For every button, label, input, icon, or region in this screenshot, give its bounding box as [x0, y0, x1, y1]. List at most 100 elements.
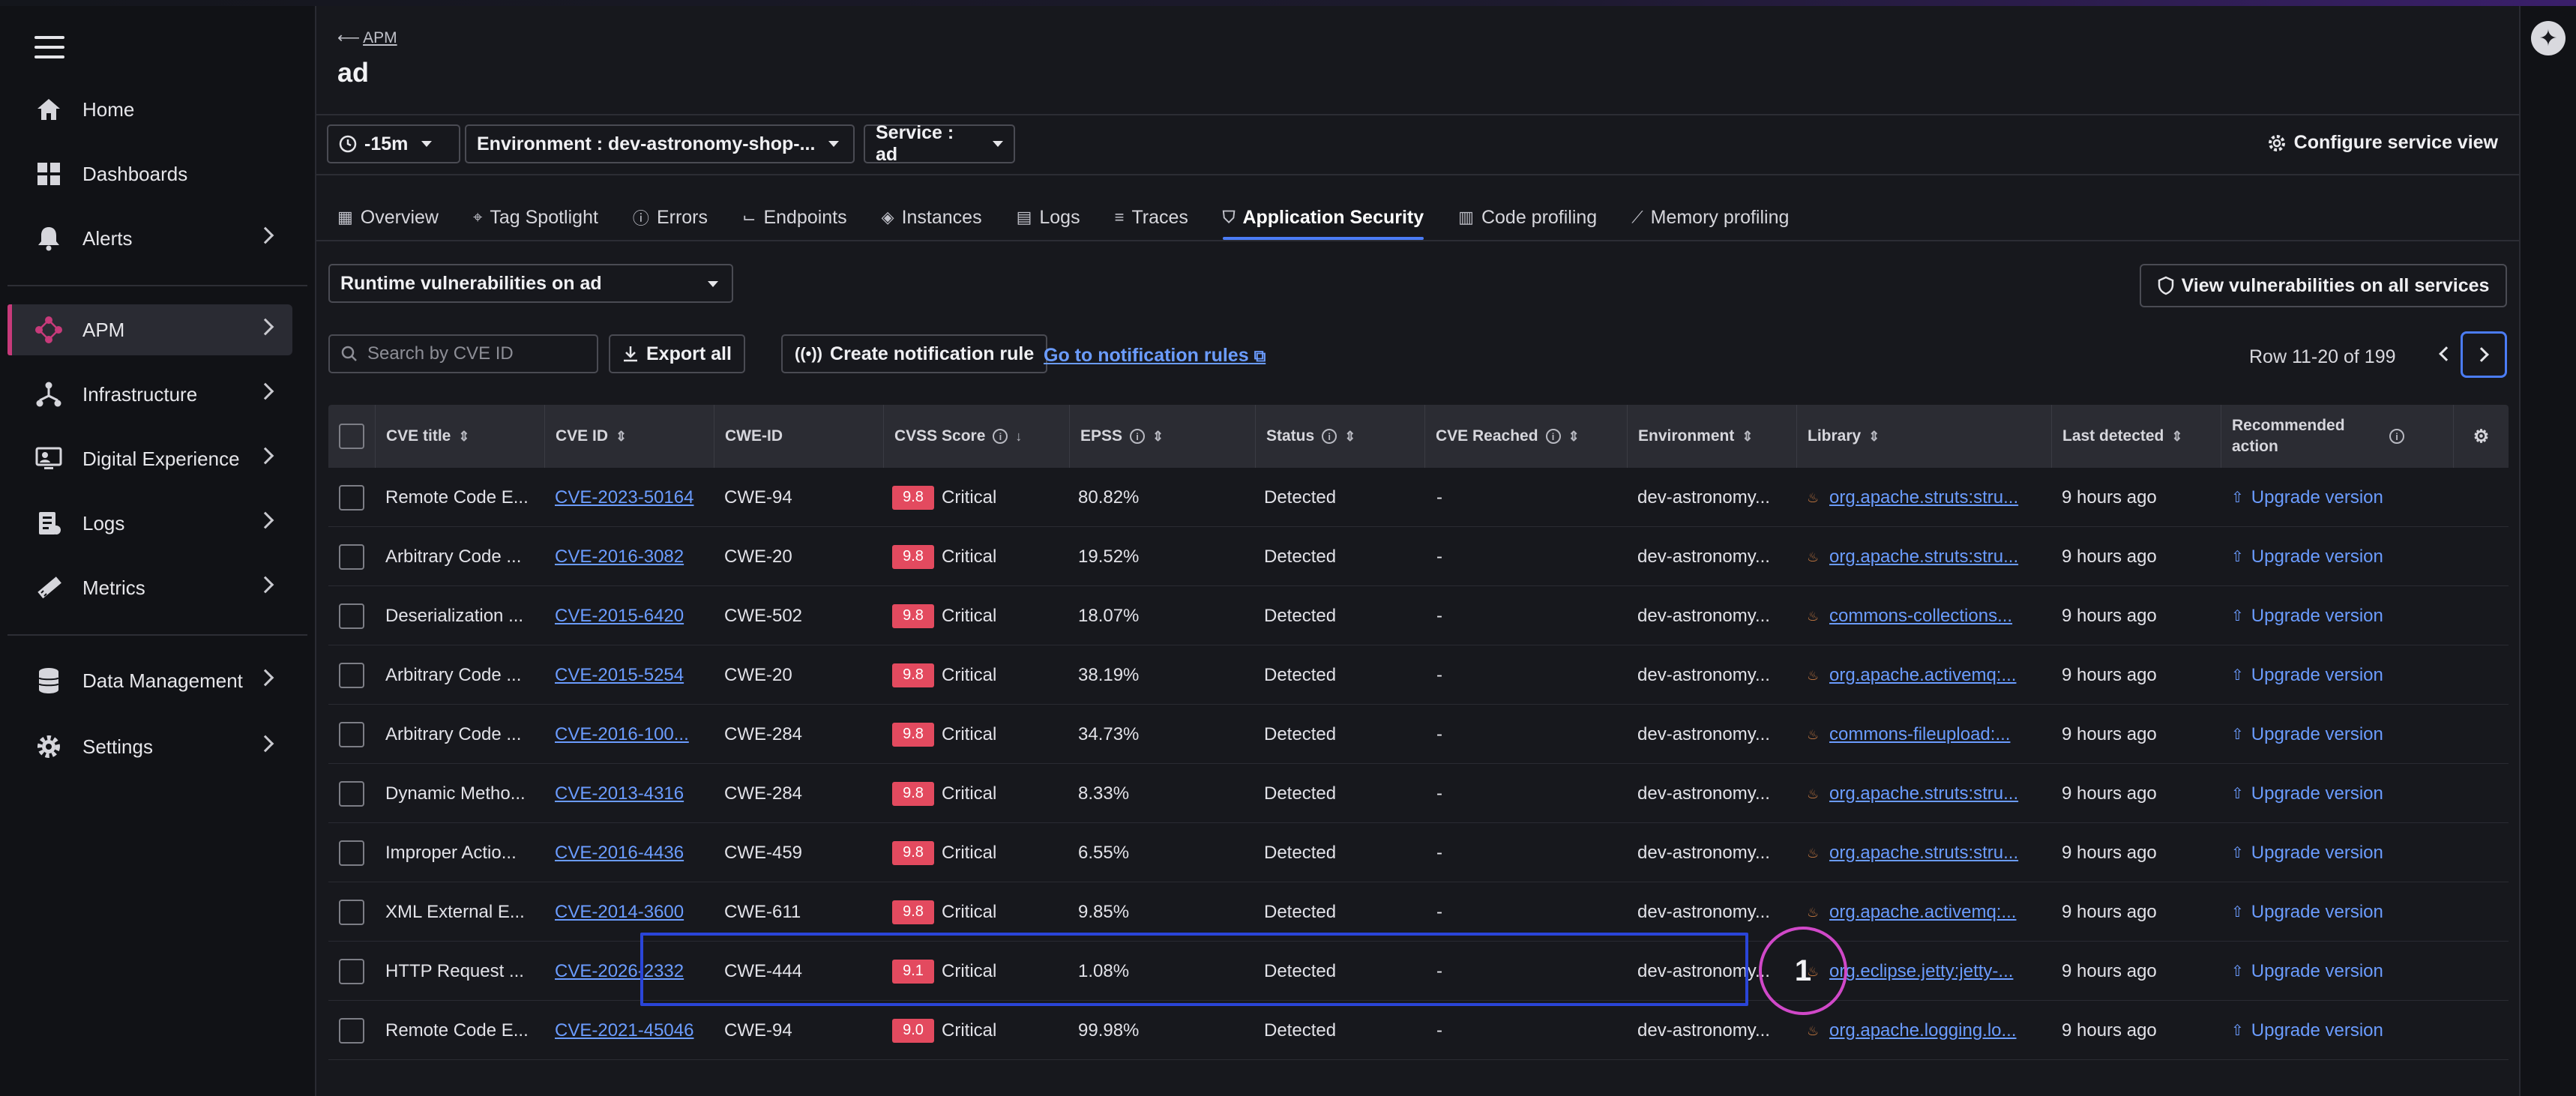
go-to-notification-rules-link[interactable]: Go to notification rules ⧉ — [1044, 345, 1266, 367]
row-checkbox[interactable] — [339, 899, 364, 925]
sidebar-item-apm[interactable]: APM — [7, 304, 292, 355]
cve-id-link[interactable]: CVE-2026-2332 — [555, 961, 684, 982]
table-row[interactable]: Arbitrary Code ... CVE-2016-100... CWE-2… — [328, 705, 2509, 764]
table-row[interactable]: Deserialization ... CVE-2015-6420 CWE-50… — [328, 586, 2509, 645]
previous-page-button[interactable] — [2429, 339, 2459, 369]
sidebar-item-infrastructure[interactable]: Infrastructure — [7, 369, 292, 420]
create-notification-rule-button[interactable]: ((•)) Create notification rule — [781, 334, 1048, 373]
tab-logs[interactable]: ▤ Logs — [1017, 195, 1080, 240]
column-cve-id[interactable]: CVE ID ⇕ — [544, 405, 714, 468]
library-link[interactable]: org.apache.logging.lo... — [1829, 1020, 2017, 1041]
library-link[interactable]: org.eclipse.jetty:jetty-... — [1829, 961, 2013, 982]
sidebar-item-dashboards[interactable]: Dashboards — [7, 148, 292, 199]
cve-id-link[interactable]: CVE-2016-100... — [555, 724, 689, 745]
tab-instances[interactable]: ◈ Instances — [882, 195, 982, 240]
tab-memory-profiling[interactable]: ⟋ Memory profiling — [1631, 195, 1789, 240]
sidebar-item-digital-experience[interactable]: Digital Experience — [7, 433, 292, 484]
cve-id-link[interactable]: CVE-2013-4316 — [555, 783, 684, 804]
sidebar-item-settings[interactable]: Settings — [7, 721, 292, 772]
library-link[interactable]: org.apache.struts:stru... — [1829, 783, 2018, 804]
info-icon[interactable]: i — [1322, 429, 1337, 444]
column-library[interactable]: Library ⇕ — [1796, 405, 2051, 468]
row-checkbox[interactable] — [339, 958, 364, 984]
upgrade-version-link[interactable]: ⇧ Upgrade version — [2231, 547, 2383, 567]
row-checkbox[interactable] — [339, 1017, 364, 1044]
info-icon[interactable]: i — [2389, 429, 2404, 444]
column-environment[interactable]: Environment ⇕ — [1627, 405, 1796, 468]
hamburger-menu-icon[interactable] — [34, 36, 64, 61]
tab-errors[interactable]: ⓘ Errors — [633, 195, 708, 240]
tab-code-profiling[interactable]: ▥ Code profiling — [1458, 195, 1597, 240]
row-checkbox[interactable] — [339, 780, 364, 807]
upgrade-version-link[interactable]: ⇧ Upgrade version — [2231, 783, 2383, 804]
tab-traces[interactable]: ≡ Traces — [1115, 195, 1188, 240]
column-epss[interactable]: EPSS i ⇕ — [1069, 405, 1255, 468]
next-page-button[interactable] — [2461, 331, 2507, 378]
configure-service-view-button[interactable]: Configure service view — [2267, 132, 2498, 154]
service-filter[interactable]: Service : ad — [864, 122, 1015, 165]
column-last-detected[interactable]: Last detected ⇕ — [2051, 405, 2221, 468]
upgrade-version-link[interactable]: ⇧ Upgrade version — [2231, 665, 2383, 686]
row-checkbox[interactable] — [339, 840, 364, 866]
cve-id-link[interactable]: CVE-2021-45046 — [555, 1020, 693, 1041]
column-cve-title[interactable]: CVE title ⇕ — [375, 405, 544, 468]
library-link[interactable]: commons-collections... — [1829, 606, 2012, 627]
table-row[interactable]: Arbitrary Code ... CVE-2016-3082 CWE-20 … — [328, 527, 2509, 586]
row-checkbox[interactable] — [339, 484, 364, 511]
tab-tag-spotlight[interactable]: ⌖ Tag Spotlight — [473, 195, 598, 240]
column-status[interactable]: Status i ⇕ — [1255, 405, 1424, 468]
cve-id-link[interactable]: CVE-2023-50164 — [555, 487, 693, 508]
library-link[interactable]: org.apache.struts:stru... — [1829, 843, 2018, 864]
cve-id-link[interactable]: CVE-2016-3082 — [555, 547, 684, 567]
sidebar-item-alerts[interactable]: Alerts — [7, 213, 292, 264]
search-input[interactable] — [367, 343, 592, 364]
search-box[interactable] — [328, 334, 598, 373]
upgrade-version-link[interactable]: ⇧ Upgrade version — [2231, 961, 2383, 982]
tab-endpoints[interactable]: ⌙ Endpoints — [742, 195, 847, 240]
table-row[interactable]: Dynamic Metho... CVE-2013-4316 CWE-284 9… — [328, 764, 2509, 823]
upgrade-version-link[interactable]: ⇧ Upgrade version — [2231, 487, 2383, 508]
environment-filter[interactable]: Environment : dev-astronomy-shop-... — [465, 124, 855, 163]
cve-id-link[interactable]: CVE-2016-4436 — [555, 843, 684, 864]
table-row[interactable]: Improper Actio... CVE-2016-4436 CWE-459 … — [328, 823, 2509, 882]
column-cvss-score[interactable]: CVSS Score i ↓ — [883, 405, 1069, 468]
column-cve-reached[interactable]: CVE Reached i ⇕ — [1424, 405, 1627, 468]
row-checkbox[interactable] — [339, 603, 364, 629]
upgrade-version-link[interactable]: ⇧ Upgrade version — [2231, 843, 2383, 864]
row-checkbox[interactable] — [339, 721, 364, 747]
breadcrumb-apm-link[interactable]: ⟵ APM — [337, 28, 397, 47]
table-row[interactable]: XML External E... CVE-2014-3600 CWE-611 … — [328, 882, 2509, 942]
select-all-checkbox[interactable] — [339, 424, 364, 449]
time-range-filter[interactable]: -15m — [327, 124, 460, 163]
sidebar-item-data-management[interactable]: Data Management — [7, 655, 292, 706]
cve-id-link[interactable]: CVE-2014-3600 — [555, 902, 684, 923]
table-row[interactable]: Remote Code E... CVE-2023-50164 CWE-94 9… — [328, 468, 2509, 527]
table-row[interactable]: Remote Code E... CVE-2021-45046 CWE-94 9… — [328, 1001, 2509, 1060]
upgrade-version-link[interactable]: ⇧ Upgrade version — [2231, 724, 2383, 745]
info-icon[interactable]: i — [1545, 429, 1561, 444]
row-checkbox[interactable] — [339, 544, 364, 570]
upgrade-version-link[interactable]: ⇧ Upgrade version — [2231, 902, 2383, 923]
table-row[interactable]: Arbitrary Code ... CVE-2015-5254 CWE-20 … — [328, 645, 2509, 705]
tab-overview[interactable]: ▦ Overview — [337, 195, 439, 240]
info-icon[interactable]: i — [1130, 429, 1146, 444]
export-all-button[interactable]: Export all — [609, 334, 745, 373]
ai-assistant-button[interactable]: ✦ — [2531, 21, 2566, 55]
library-link[interactable]: org.apache.struts:stru... — [1829, 547, 2018, 567]
upgrade-version-link[interactable]: ⇧ Upgrade version — [2231, 1020, 2383, 1041]
row-checkbox[interactable] — [339, 662, 364, 688]
sidebar-item-home[interactable]: Home — [7, 84, 292, 135]
sidebar-item-metrics[interactable]: Metrics — [7, 562, 292, 613]
vulnerability-type-select[interactable]: Runtime vulnerabilities on ad — [328, 264, 733, 303]
library-link[interactable]: org.apache.activemq:... — [1829, 902, 2016, 923]
cve-id-link[interactable]: CVE-2015-6420 — [555, 606, 684, 627]
tab-application-security[interactable]: ⛉ Application Security — [1222, 195, 1424, 240]
table-row[interactable]: HTTP Request ... CVE-2026-2332 CWE-444 9… — [328, 942, 2509, 1001]
library-link[interactable]: org.apache.struts:stru... — [1829, 487, 2018, 508]
cve-id-link[interactable]: CVE-2015-5254 — [555, 665, 684, 686]
info-icon[interactable]: i — [993, 429, 1008, 444]
library-link[interactable]: org.apache.activemq:... — [1829, 665, 2016, 686]
table-settings[interactable]: ⚙ — [2453, 405, 2509, 468]
upgrade-version-link[interactable]: ⇧ Upgrade version — [2231, 606, 2383, 627]
sidebar-item-logs[interactable]: Logs — [7, 498, 292, 549]
